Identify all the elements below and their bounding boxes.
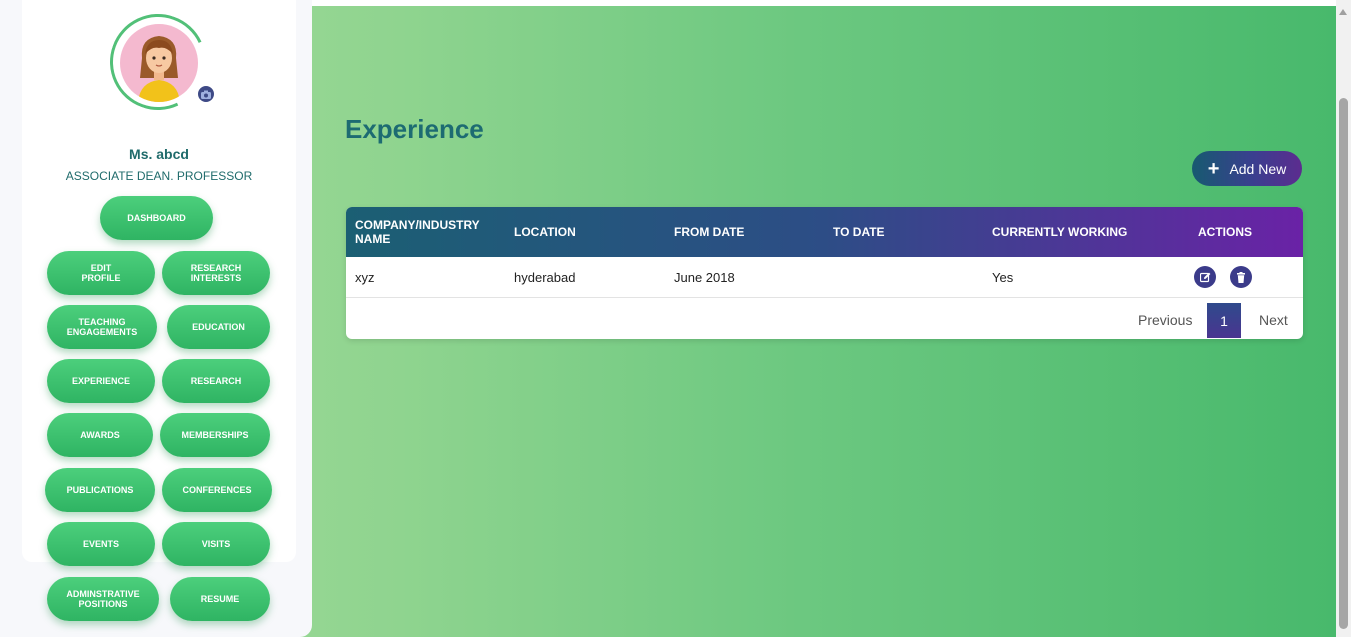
nav-edit-profile[interactable]: EDIT PROFILE bbox=[47, 251, 155, 295]
trash-icon bbox=[1237, 271, 1245, 283]
pagination-next[interactable]: Next bbox=[1259, 302, 1288, 338]
table-row: xyz hyderabad June 2018 Yes bbox=[346, 257, 1303, 298]
table-header: COMPANY/INDUSTRY NAME LOCATION FROM DATE… bbox=[346, 207, 1303, 257]
experience-table: COMPANY/INDUSTRY NAME LOCATION FROM DATE… bbox=[346, 207, 1303, 339]
column-header-from-date: FROM DATE bbox=[674, 225, 745, 239]
profile-role: ASSOCIATE DEAN. PROFESSOR bbox=[65, 169, 253, 183]
column-header-actions: ACTIONS bbox=[1198, 225, 1252, 239]
nav-research[interactable]: RESEARCH bbox=[162, 359, 270, 403]
add-new-button[interactable]: + Add New bbox=[1192, 151, 1302, 186]
plus-icon: + bbox=[1207, 157, 1220, 180]
user-avatar-icon bbox=[138, 36, 180, 102]
nav-publications[interactable]: PUBLICATIONS bbox=[45, 468, 155, 512]
cell-currently-working: Yes bbox=[992, 270, 1014, 285]
edit-button[interactable] bbox=[1194, 266, 1216, 288]
nav-visits[interactable]: VISITS bbox=[162, 522, 270, 566]
nav-education[interactable]: EDUCATION bbox=[167, 305, 270, 349]
cell-company: xyz bbox=[355, 270, 375, 285]
pagination-page-1[interactable]: 1 bbox=[1207, 303, 1241, 338]
change-photo-button[interactable] bbox=[196, 84, 216, 104]
cell-location: hyderabad bbox=[514, 270, 576, 285]
add-new-label: Add New bbox=[1229, 160, 1287, 177]
pagination-previous[interactable]: Previous bbox=[1138, 302, 1192, 338]
scroll-up-arrow-icon[interactable] bbox=[1339, 9, 1347, 15]
camera-icon bbox=[201, 90, 211, 99]
nav-conferences[interactable]: CONFERENCES bbox=[162, 468, 272, 512]
nav-dashboard[interactable]: DASHBOARD bbox=[100, 196, 213, 240]
nav-awards[interactable]: AWARDS bbox=[47, 413, 153, 457]
column-header-company: COMPANY/INDUSTRY NAME bbox=[355, 218, 480, 246]
column-header-currently-working: CURRENTLY WORKING bbox=[992, 225, 1128, 239]
avatar bbox=[120, 24, 198, 102]
nav-memberships[interactable]: MEMBERSHIPS bbox=[160, 413, 270, 457]
delete-button[interactable] bbox=[1230, 266, 1252, 288]
nav-teaching-engagements[interactable]: TEACHING ENGAGEMENTS bbox=[47, 305, 157, 349]
nav-administrative-positions[interactable]: ADMINSTRATIVE POSITIONS bbox=[47, 577, 159, 621]
scrollbar-thumb[interactable] bbox=[1339, 98, 1348, 629]
nav-resume[interactable]: RESUME bbox=[170, 577, 270, 621]
nav-experience[interactable]: EXPERIENCE bbox=[47, 359, 155, 403]
cell-from-date: June 2018 bbox=[674, 270, 735, 285]
nav-events[interactable]: EVENTS bbox=[47, 522, 155, 566]
column-header-to-date: TO DATE bbox=[833, 225, 885, 239]
page-title: Experience bbox=[345, 114, 484, 144]
column-header-location: LOCATION bbox=[514, 225, 576, 239]
nav-research-interests[interactable]: RESEARCH INTERESTS bbox=[162, 251, 270, 295]
edit-icon bbox=[1199, 272, 1210, 282]
profile-name: Ms. abcd bbox=[129, 146, 189, 162]
